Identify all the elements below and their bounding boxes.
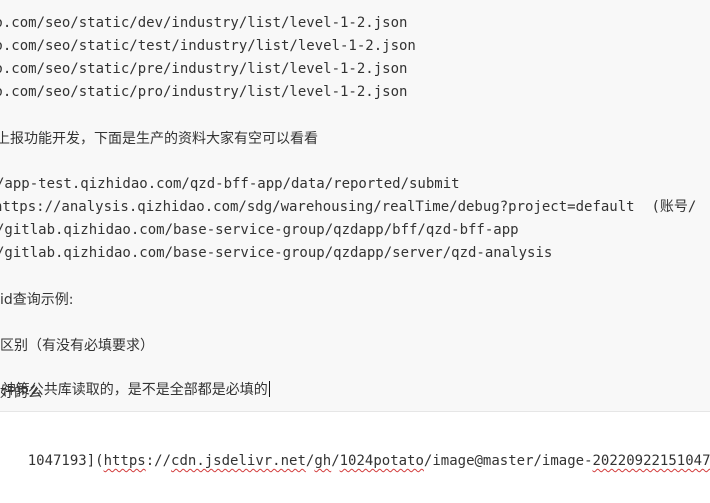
text-cursor [268, 381, 270, 397]
text-line[interactable]: https://analysis.qizhidao.com/sdg/wareho… [0, 197, 696, 217]
misspelled-token: https [103, 453, 146, 469]
text-line[interactable]: ao.com/seo/static/dev/industry/list/leve… [0, 13, 407, 33]
markdown-source-pane[interactable]: 1047193](https://cdn.jsdelivr.net/gh/102… [0, 412, 710, 503]
text-line[interactable]: /app-test.qizhidao.com/qzd-bff-app/data/… [0, 174, 460, 194]
misspelled-token: 1024potato [339, 453, 424, 469]
text-line[interactable]: /gitlab.qizhidao.com/base-service-group/… [0, 220, 519, 240]
image-link-url[interactable]: https://cdn.jsdelivr.net/gh/1024potato/i… [104, 453, 710, 469]
link-token: :// [145, 453, 172, 469]
text-line[interactable]: 的区别（有没有必填要求） [0, 336, 154, 356]
misspelled-token: gh [314, 453, 332, 469]
text-line[interactable]: ao.com/seo/static/pre/industry/list/leve… [0, 59, 407, 79]
text-line[interactable]: /gitlab.qizhidao.com/base-service-group/… [0, 243, 552, 263]
link-token: / [331, 453, 340, 469]
misspelled-token: cdn.jsdelivr.net [171, 453, 306, 469]
text-line[interactable]: ao.com/seo/static/test/industry/list/lev… [0, 36, 416, 56]
text-line[interactable]: 户id查询示例: [0, 290, 74, 310]
code-editor-pane[interactable]: ao.com/seo/static/dev/industry/list/leve… [0, 0, 710, 411]
text-line[interactable]: ao.com/seo/static/pro/industry/list/leve… [0, 82, 407, 102]
text-line-with-caret[interactable]: 神策公共库读取的，是不是全部都是必填的 [0, 360, 270, 398]
markdown-image-link-line[interactable]: 1047193](https://cdn.jsdelivr.net/gh/102… [0, 428, 710, 469]
misspelled-token: 202209221510471 [592, 453, 710, 469]
link-prefix: 1047193]( [27, 453, 104, 469]
text-line[interactable]: 建好的么 [0, 383, 42, 403]
link-token: /image@master/image- [423, 453, 593, 469]
text-line[interactable]: 据上报功能开发，下面是生产的资料大家有空可以看看 [0, 129, 318, 149]
